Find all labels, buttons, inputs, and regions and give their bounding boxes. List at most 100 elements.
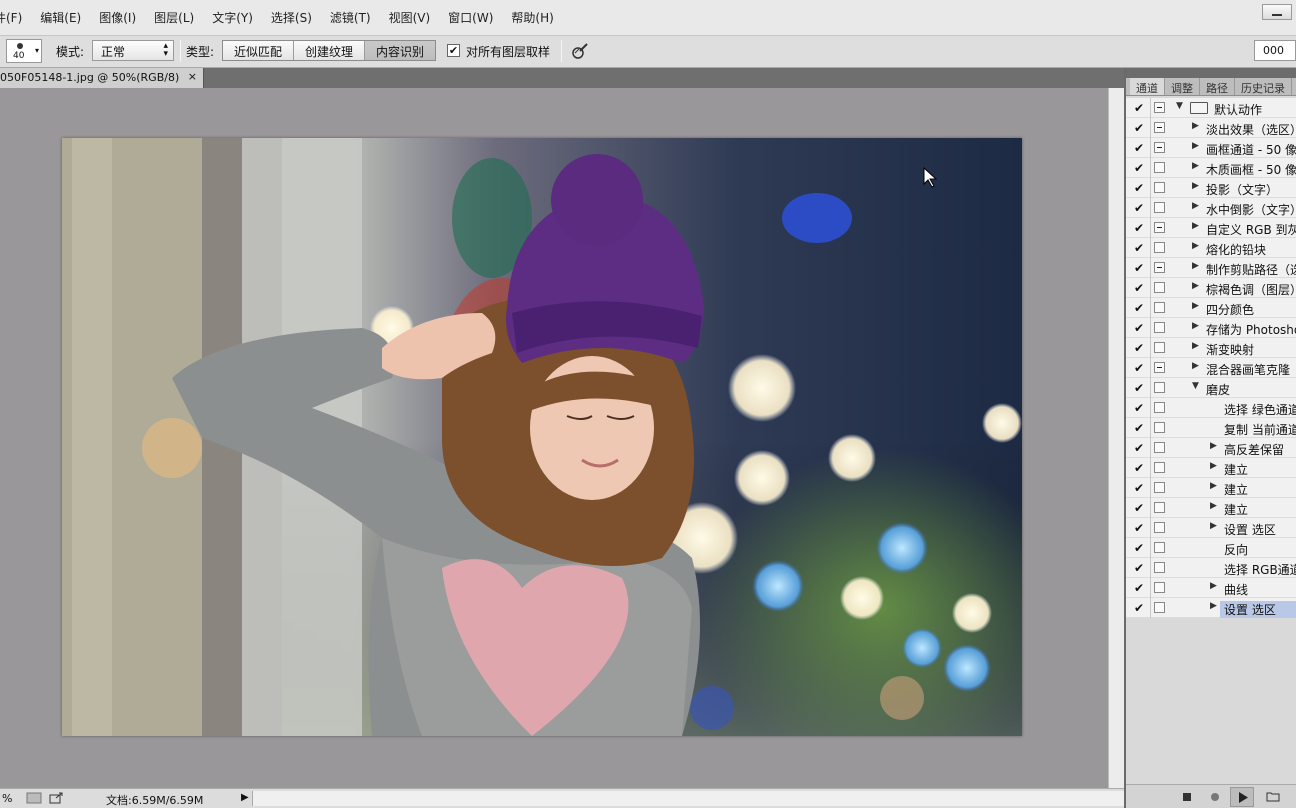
collapsed-triangle-icon[interactable]: ▶ xyxy=(1210,601,1217,611)
type-option-button[interactable]: 内容识别 xyxy=(365,41,436,60)
dialog-toggle-icon[interactable] xyxy=(1154,342,1165,353)
checkmark-icon[interactable]: ✔ xyxy=(1134,601,1148,615)
checkmark-icon[interactable]: ✔ xyxy=(1134,381,1148,395)
action-row[interactable]: ✔ ▶ 建立 xyxy=(1126,478,1296,498)
collapsed-triangle-icon[interactable]: ▶ xyxy=(1210,501,1217,511)
dialog-toggle-icon[interactable] xyxy=(1154,122,1165,133)
canvas-area[interactable] xyxy=(0,88,1108,788)
checkmark-icon[interactable]: ✔ xyxy=(1134,321,1148,335)
document-photo[interactable] xyxy=(62,138,1022,736)
checkmark-icon[interactable]: ✔ xyxy=(1134,221,1148,235)
menu-item[interactable]: 窗口(W) xyxy=(448,9,493,26)
dialog-toggle-icon[interactable] xyxy=(1154,162,1165,173)
action-row[interactable]: ✔ ▶ 存储为 Photoshop PDF xyxy=(1126,318,1296,338)
collapsed-triangle-icon[interactable]: ▶ xyxy=(1210,481,1217,491)
action-row[interactable]: ✔ ▶ 混合器画笔克隆 xyxy=(1126,358,1296,378)
action-row[interactable]: ✔ ▶ 渐变映射 xyxy=(1126,338,1296,358)
collapsed-triangle-icon[interactable]: ▶ xyxy=(1210,521,1217,531)
panel-tab[interactable]: 历史记录 xyxy=(1235,78,1292,95)
dialog-toggle-icon[interactable] xyxy=(1154,282,1165,293)
checkmark-icon[interactable]: ✔ xyxy=(1134,401,1148,415)
action-row[interactable]: ✔ ▶ 木质画框 - 50 像素 xyxy=(1126,158,1296,178)
dialog-toggle-icon[interactable] xyxy=(1154,242,1165,253)
menu-item[interactable]: 编辑(E) xyxy=(40,9,81,26)
checkmark-icon[interactable]: ✔ xyxy=(1134,121,1148,135)
action-row[interactable]: ✔ ▶ 建立 xyxy=(1126,458,1296,478)
collapsed-triangle-icon[interactable]: ▶ xyxy=(1192,361,1199,371)
action-row[interactable]: ✔ 复制 当前通道 xyxy=(1126,418,1296,438)
collapsed-triangle-icon[interactable]: ▶ xyxy=(1192,321,1199,331)
checkmark-icon[interactable]: ✔ xyxy=(1134,501,1148,515)
minimize-button[interactable] xyxy=(1262,4,1292,20)
collapsed-triangle-icon[interactable]: ▶ xyxy=(1192,261,1199,271)
action-row[interactable]: ✔ ▶ 建立 xyxy=(1126,498,1296,518)
action-row[interactable]: ✔ ▶ 水中倒影（文字） xyxy=(1126,198,1296,218)
brush-preset-picker[interactable]: 40 ▾ xyxy=(6,39,42,63)
horizontal-scrollbar[interactable] xyxy=(252,791,1124,806)
collapsed-triangle-icon[interactable]: ▶ xyxy=(1192,281,1199,291)
checkmark-icon[interactable]: ✔ xyxy=(1134,141,1148,155)
type-option-button[interactable]: 创建纹理 xyxy=(294,41,366,60)
checkmark-icon[interactable]: ✔ xyxy=(1134,161,1148,175)
checkmark-icon[interactable]: ✔ xyxy=(1134,441,1148,455)
dialog-toggle-icon[interactable] xyxy=(1154,522,1165,533)
checkmark-icon[interactable]: ✔ xyxy=(1134,581,1148,595)
collapsed-triangle-icon[interactable]: ▶ xyxy=(1192,141,1199,151)
checkmark-icon[interactable]: ✔ xyxy=(1134,361,1148,375)
collapsed-triangle-icon[interactable]: ▶ xyxy=(1210,581,1217,591)
action-row[interactable]: ✔ ▶ 投影（文字） xyxy=(1126,178,1296,198)
vertical-scrollbar[interactable] xyxy=(1108,88,1124,788)
checkmark-icon[interactable]: ✔ xyxy=(1134,181,1148,195)
dialog-toggle-icon[interactable] xyxy=(1154,402,1165,413)
checkmark-icon[interactable]: ✔ xyxy=(1134,461,1148,475)
action-row[interactable]: ✔ ▼ 默认动作 xyxy=(1126,98,1296,118)
checkmark-icon[interactable]: ✔ xyxy=(1134,481,1148,495)
dialog-toggle-icon[interactable] xyxy=(1154,422,1165,433)
checkmark-icon[interactable]: ✔ xyxy=(1134,541,1148,555)
sample-all-layers-checkbox[interactable]: ✔ xyxy=(447,44,460,57)
checkmark-icon[interactable]: ✔ xyxy=(1134,341,1148,355)
dialog-toggle-icon[interactable] xyxy=(1154,182,1165,193)
close-icon[interactable]: × xyxy=(188,70,197,83)
stop-icon[interactable] xyxy=(1182,792,1192,802)
dialog-toggle-icon[interactable] xyxy=(1154,142,1165,153)
checkmark-icon[interactable]: ✔ xyxy=(1134,101,1148,115)
dialog-toggle-icon[interactable] xyxy=(1154,462,1165,473)
collapsed-triangle-icon[interactable]: ▶ xyxy=(1192,161,1199,171)
menu-item[interactable]: 视图(V) xyxy=(389,9,431,26)
document-tab[interactable]: 050F05148-1.jpg @ 50%(RGB/8) × xyxy=(0,68,204,88)
collapsed-triangle-icon[interactable]: ▶ xyxy=(1192,201,1199,211)
checkmark-icon[interactable]: ✔ xyxy=(1134,421,1148,435)
action-row[interactable]: ✔ ▶ 高反差保留 xyxy=(1126,438,1296,458)
type-option-button[interactable]: 近似匹配 xyxy=(223,41,295,60)
status-menu-arrow[interactable]: ▶ xyxy=(241,792,249,803)
menu-item[interactable]: 件(F) xyxy=(0,9,22,26)
menu-item[interactable]: 文字(Y) xyxy=(212,9,253,26)
dialog-toggle-icon[interactable] xyxy=(1154,362,1165,373)
folder-icon[interactable] xyxy=(1266,791,1280,802)
panel-tab[interactable]: 调整 xyxy=(1165,78,1200,95)
action-row[interactable]: ✔ ▶ 制作剪贴路径（选区） xyxy=(1126,258,1296,278)
action-row[interactable]: ✔ ▶ 淡出效果（选区） xyxy=(1126,118,1296,138)
checkmark-icon[interactable]: ✔ xyxy=(1134,241,1148,255)
action-row[interactable]: ✔ 选择 绿色通道 xyxy=(1126,398,1296,418)
collapsed-triangle-icon[interactable]: ▶ xyxy=(1192,121,1199,131)
collapsed-triangle-icon[interactable]: ▶ xyxy=(1192,301,1199,311)
proof-icon[interactable] xyxy=(26,792,42,804)
action-row[interactable]: ✔ ▶ 设置 选区 xyxy=(1126,598,1296,618)
checkmark-icon[interactable]: ✔ xyxy=(1134,301,1148,315)
dialog-toggle-icon[interactable] xyxy=(1154,502,1165,513)
collapsed-triangle-icon[interactable]: ▶ xyxy=(1210,441,1217,451)
action-row[interactable]: ✔ 反向 xyxy=(1126,538,1296,558)
collapsed-triangle-icon[interactable]: ▶ xyxy=(1192,181,1199,191)
dialog-toggle-icon[interactable] xyxy=(1154,262,1165,273)
checkmark-icon[interactable]: ✔ xyxy=(1134,281,1148,295)
checkmark-icon[interactable]: ✔ xyxy=(1134,561,1148,575)
dialog-toggle-icon[interactable] xyxy=(1154,382,1165,393)
dialog-toggle-icon[interactable] xyxy=(1154,302,1165,313)
panel-tab[interactable]: 路径 xyxy=(1200,78,1235,95)
action-row[interactable]: ✔ ▶ 棕褐色调（图层） xyxy=(1126,278,1296,298)
action-row[interactable]: ✔ ▶ 画框通道 - 50 像素 xyxy=(1126,138,1296,158)
share-icon[interactable] xyxy=(48,792,64,804)
dialog-toggle-icon[interactable] xyxy=(1154,202,1165,213)
